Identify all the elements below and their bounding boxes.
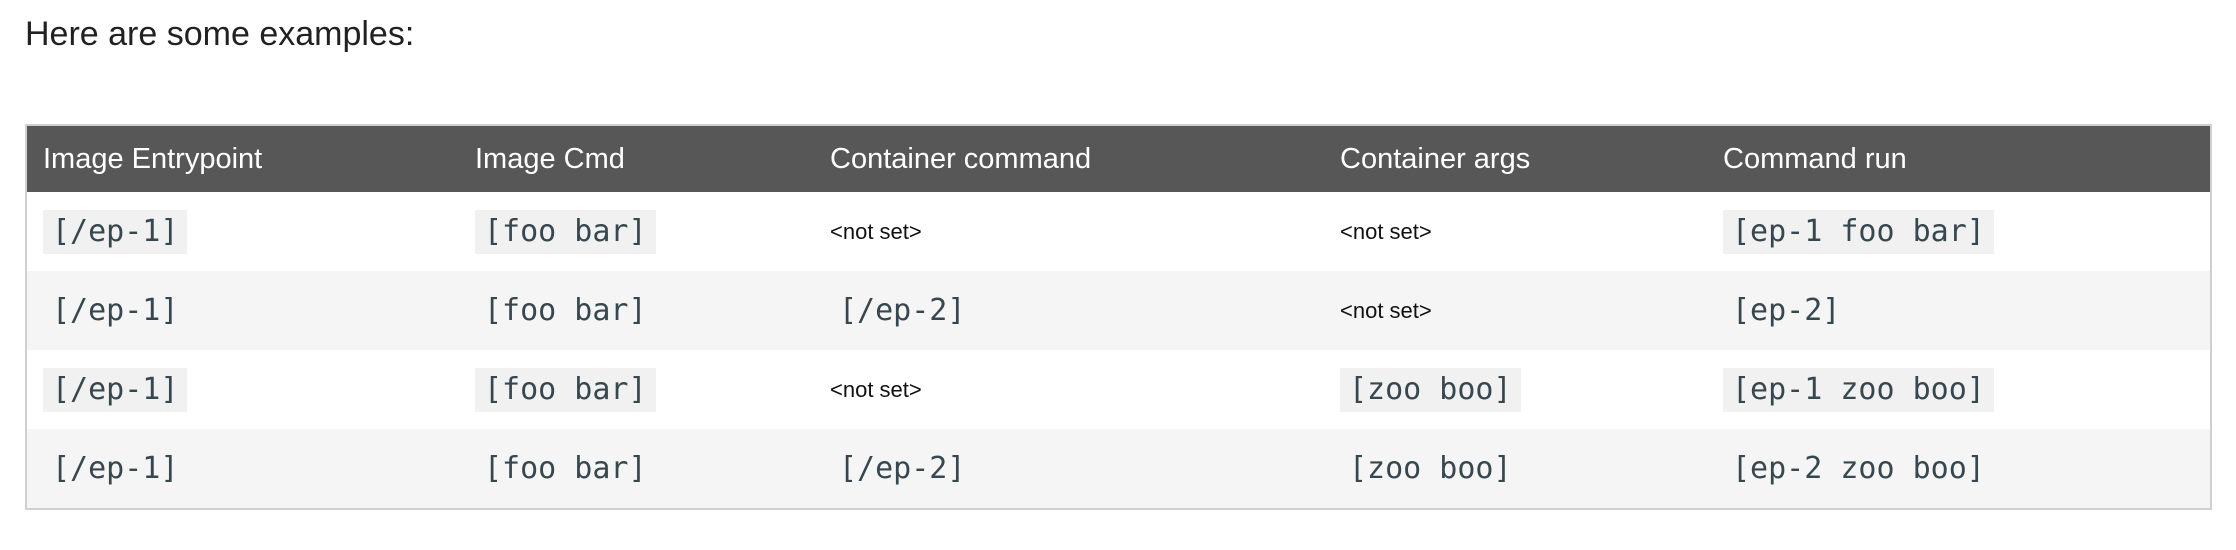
- cell-image-cmd: [foo bar]: [459, 192, 814, 271]
- cell-container-args: [zoo boo]: [1324, 429, 1707, 508]
- code-value: [ep-2]: [1732, 292, 1841, 328]
- cell-image-entrypoint: [/ep-1]: [27, 271, 459, 350]
- table-body: [/ep-1] [foo bar] <not set> <not set> [e…: [27, 192, 2210, 508]
- cell-image-entrypoint: [/ep-1]: [27, 429, 459, 508]
- not-set-value: <not set>: [1340, 297, 1432, 323]
- cell-container-args: <not set>: [1324, 271, 1707, 350]
- code-value: [zoo boo]: [1349, 450, 1512, 486]
- intro-paragraph: Here are some examples:: [25, 15, 415, 53]
- code-value: [/ep-1]: [52, 450, 179, 486]
- cell-command-run: [ep-2 zoo boo]: [1707, 429, 2210, 508]
- code-value: [/ep-1]: [43, 367, 188, 412]
- examples-table-container: Image Entrypoint Image Cmd Container com…: [25, 124, 2212, 510]
- cell-image-cmd: [foo bar]: [459, 350, 814, 429]
- not-set-value: <not set>: [830, 218, 922, 244]
- code-value: [/ep-1]: [43, 209, 188, 254]
- table-row: [/ep-1] [foo bar] [/ep-2] [zoo boo] [ep-…: [27, 429, 2210, 508]
- code-value: [foo bar]: [484, 450, 647, 486]
- header-command-run: Command run: [1723, 142, 1907, 175]
- cell-command-run: [ep-2]: [1707, 271, 2210, 350]
- code-value: [ep-1 foo bar]: [1723, 209, 1994, 254]
- table-row: [/ep-1] [foo bar] [/ep-2] <not set> [ep-…: [27, 271, 2210, 350]
- examples-table: Image Entrypoint Image Cmd Container com…: [27, 126, 2210, 508]
- cell-container-command: <not set>: [814, 350, 1324, 429]
- cell-image-entrypoint: [/ep-1]: [27, 350, 459, 429]
- header-image-cmd: Image Cmd: [475, 142, 625, 175]
- code-value: [zoo boo]: [1340, 367, 1521, 412]
- cell-container-command: [/ep-2]: [814, 429, 1324, 508]
- header-image-entrypoint: Image Entrypoint: [43, 142, 263, 175]
- header-container-args: Container args: [1340, 142, 1531, 175]
- code-value: [/ep-1]: [52, 292, 179, 328]
- table-row: [/ep-1] [foo bar] <not set> [zoo boo] [e…: [27, 350, 2210, 429]
- code-value: [ep-1 zoo boo]: [1723, 367, 1994, 412]
- cell-command-run: [ep-1 zoo boo]: [1707, 350, 2210, 429]
- not-set-value: <not set>: [1340, 218, 1432, 244]
- code-value: [ep-2 zoo boo]: [1732, 450, 1985, 486]
- code-value: [/ep-2]: [839, 450, 966, 486]
- code-value: [/ep-2]: [839, 292, 966, 328]
- code-value: [foo bar]: [475, 209, 656, 254]
- table-row: [/ep-1] [foo bar] <not set> <not set> [e…: [27, 192, 2210, 271]
- cell-container-command: <not set>: [814, 192, 1324, 271]
- cell-container-args: <not set>: [1324, 192, 1707, 271]
- cell-image-cmd: [foo bar]: [459, 271, 814, 350]
- not-set-value: <not set>: [830, 376, 922, 402]
- code-value: [foo bar]: [475, 367, 656, 412]
- code-value: [foo bar]: [484, 292, 647, 328]
- cell-container-args: [zoo boo]: [1324, 350, 1707, 429]
- table-header: Image Entrypoint Image Cmd Container com…: [27, 126, 2210, 192]
- cell-image-cmd: [foo bar]: [459, 429, 814, 508]
- cell-container-command: [/ep-2]: [814, 271, 1324, 350]
- cell-image-entrypoint: [/ep-1]: [27, 192, 459, 271]
- table-header-row: Image Entrypoint Image Cmd Container com…: [27, 126, 2210, 192]
- cell-command-run: [ep-1 foo bar]: [1707, 192, 2210, 271]
- header-container-command: Container command: [830, 142, 1092, 175]
